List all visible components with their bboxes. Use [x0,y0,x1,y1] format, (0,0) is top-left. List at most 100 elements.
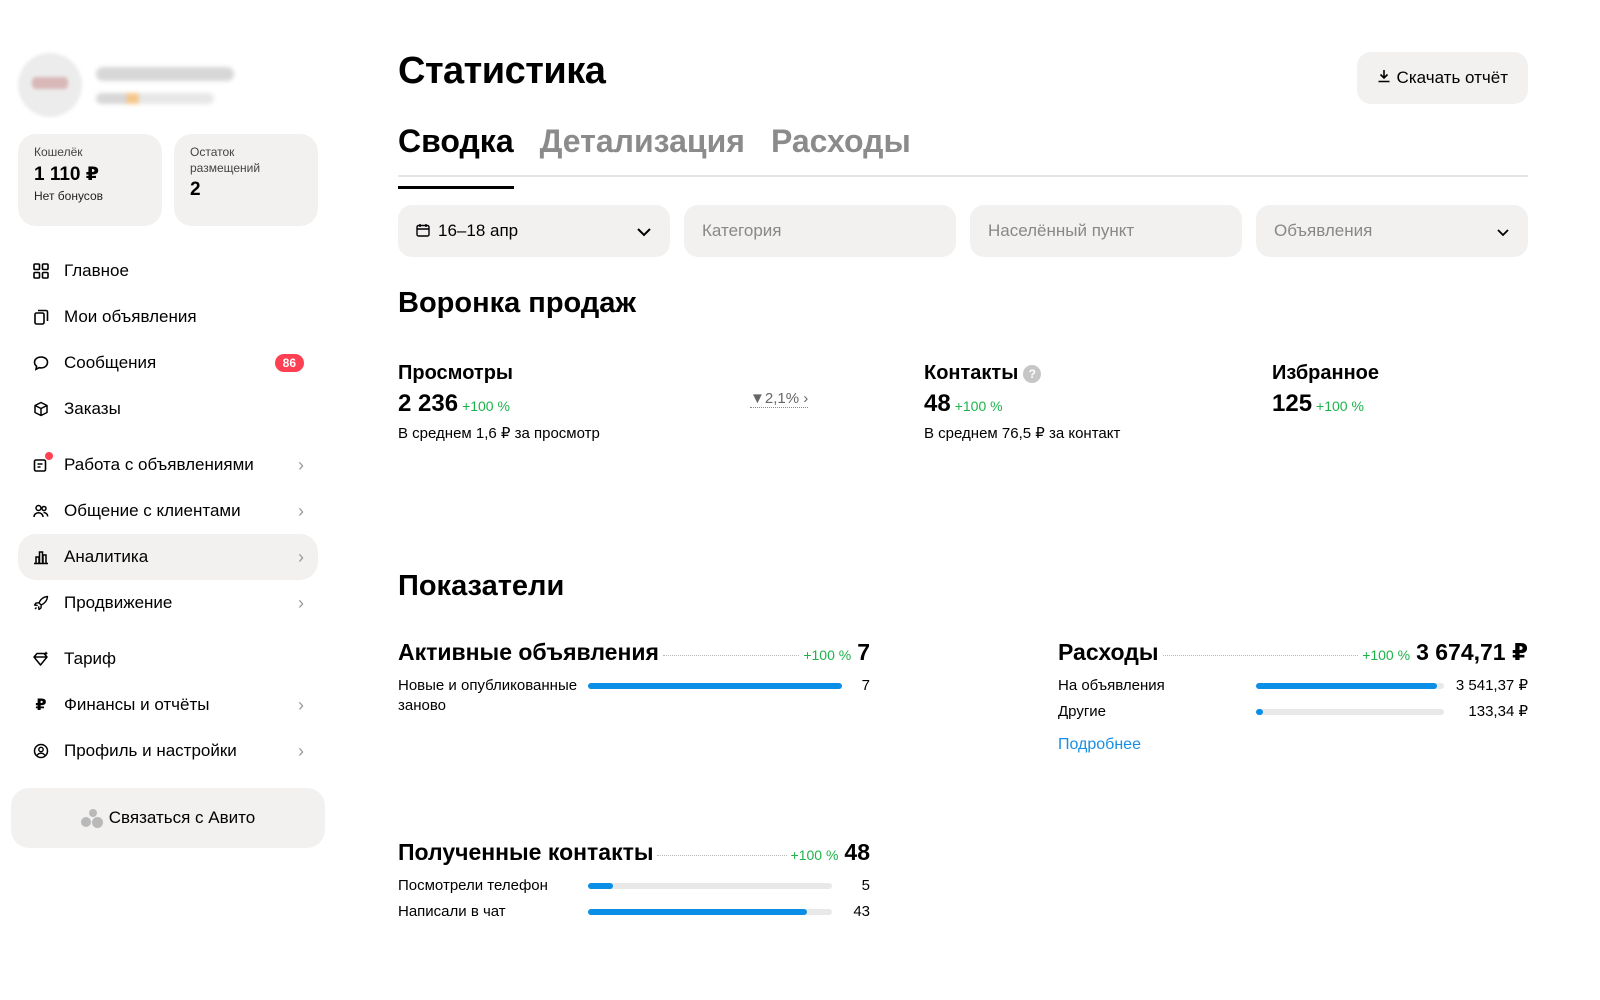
category-placeholder: Категория [702,221,782,240]
row-value: 133,34 ₽ [1468,703,1528,720]
main-content: Статистика Скачать отчёт Сводка Детализа… [398,50,1528,1000]
ads-select[interactable]: Объявления [1256,205,1528,257]
download-report-label: Скачать отчёт [1396,68,1508,87]
row-label: Другие [1058,703,1107,720]
contacts-value: 48 +100 % [924,390,1120,418]
tab-summary[interactable]: Сводка [398,119,514,189]
sidebar-item-analytics[interactable]: Аналитика › [18,534,318,580]
row-bar [1256,709,1444,715]
sidebar-item-profile[interactable]: Профиль и настройки › [18,728,318,774]
users-icon [32,502,50,520]
sidebar-item-my-ads[interactable]: Мои объявления [18,294,318,340]
expenses-more-link[interactable]: Подробнее [1058,736,1141,754]
chevron-right-icon: › [799,390,809,407]
row-bar-fill [588,883,614,889]
received-contacts-total: 48 [844,839,870,865]
dotted-leader [1162,655,1359,656]
date-range-value: 16–18 апр [438,221,519,240]
active-ads-block: Активные объявления +100 % 7 Новые и опу… [398,639,870,716]
row-label: Новые и опубликованные заново [398,677,578,714]
views-growth: +100 % [462,398,510,414]
sidebar-item-label: Профиль и настройки [64,741,237,760]
dotted-leader [657,855,787,856]
sidebar-item-label: Заказы [64,399,121,418]
download-report-button[interactable]: Скачать отчёт [1356,52,1528,104]
box-icon [32,400,50,418]
tab-expenses[interactable]: Расходы [771,119,911,175]
wallet-bonus: Нет бонусов [34,189,103,203]
sidebar-item-clients[interactable]: Общение с клиентами › [18,488,318,534]
favorites-label: Избранное [1272,362,1380,384]
download-icon [1377,69,1391,88]
expenses-growth: +100 % [1362,647,1411,663]
sidebar-item-promotion[interactable]: Продвижение › [18,580,318,626]
contacts-label-text: Контакты [924,362,1019,384]
views-value: 2 236 +100 % [398,390,600,418]
user-circle-icon [32,742,50,760]
profile-info [96,66,234,104]
favorites-growth: +100 % [1316,398,1364,414]
grid-icon [32,262,50,280]
row-bar [1256,683,1444,689]
date-range-select[interactable]: 16–18 апр [398,205,670,257]
favorites-metric: Избранное 125 +100 % [1272,362,1379,418]
contacts-metric: Контакты? 48 +100 % В среднем 76,5 ₽ за к… [924,362,1120,442]
row-label: Написали в чат [398,903,506,920]
contact-avito-button[interactable]: Связаться с Авито [11,788,325,848]
expenses-row-other: Другие 133,34 ₽ [1058,702,1528,722]
sidebar-item-messages[interactable]: Сообщения 86 [18,340,318,386]
sales-funnel: Просмотры 2 236 +100 % В среднем 1,6 ₽ за… [398,362,1528,562]
sidebar-item-label: Работа с объявлениями [64,455,254,474]
avatar[interactable] [18,53,82,117]
favorites-number: 125 [1272,390,1313,417]
received-contacts-growth: +100 % [790,847,839,863]
row-bar [588,909,832,915]
chevron-right-icon: › [298,500,304,521]
chat-bubble-icon [32,354,50,372]
ruble-icon: ₽ [35,697,47,714]
sidebar-item-tariff[interactable]: Тариф [18,636,318,682]
chevron-right-icon: › [298,546,304,567]
expenses-block: Расходы +100 % 3 674,71 ₽ На объявления … [1058,639,1528,754]
unread-badge: 86 [274,354,304,372]
row-bar-fill [1256,683,1438,689]
sidebar-item-ads-work[interactable]: Работа с объявлениями › [18,442,318,488]
tab-details[interactable]: Детализация [540,119,745,175]
views-average: В среднем 1,6 ₽ за просмотр [398,425,600,442]
sidebar-item-label: Общение с клиентами [64,501,241,520]
wallet-card[interactable]: Кошелёк 1 110 ₽ Нет бонусов [18,134,162,226]
locality-placeholder: Населённый пункт [988,221,1135,240]
profile-name-blurred [96,66,234,81]
chevron-down-icon [1496,221,1510,242]
views-metric: Просмотры 2 236 +100 % В среднем 1,6 ₽ за… [398,362,600,442]
category-input[interactable]: Категория [684,205,956,257]
sidebar-nav: Главное Мои объявления Сообщения 86 Зака… [18,248,318,774]
copy-icon [32,308,50,326]
remaining-value: 2 [190,179,201,200]
sidebar-item-orders[interactable]: Заказы [18,386,318,432]
row-bar-fill [588,909,807,915]
filter-bar: 16–18 апр Категория Населённый пункт Объ… [398,205,1528,257]
row-bar-fill [1256,709,1263,715]
received-contacts-title: Полученные контакты [398,839,654,865]
notification-dot [45,452,53,460]
sidebar-item-finance[interactable]: ₽ Финансы и отчёты › [18,682,318,728]
views-number: 2 236 [398,390,459,417]
row-bar [588,683,842,689]
active-ads-title: Активные объявления [398,639,659,665]
remaining-label: Остаток размещений [190,145,261,175]
expenses-row-ads: На объявления 3 541,37 ₽ [1058,676,1528,696]
wallet-value: 1 110 ₽ [34,164,99,185]
expenses-title: Расходы [1058,639,1159,665]
profile-header[interactable] [18,52,318,118]
help-icon[interactable]: ? [1023,364,1042,383]
received-contacts-block: Полученные контакты +100 % 48 Посмотрели… [398,839,870,922]
contacts-row-chat: Написали в чат 43 [398,902,870,922]
locality-input[interactable]: Населённый пункт [970,205,1242,257]
calendar-icon [416,223,430,240]
contact-avito-label: Связаться с Авито [108,808,256,827]
conversion-rate[interactable]: ▼2,1% › [750,390,809,408]
remaining-placements-card[interactable]: Остаток размещений 2 [174,134,318,226]
chevron-right-icon: › [298,592,304,613]
sidebar-item-main[interactable]: Главное [18,248,318,294]
